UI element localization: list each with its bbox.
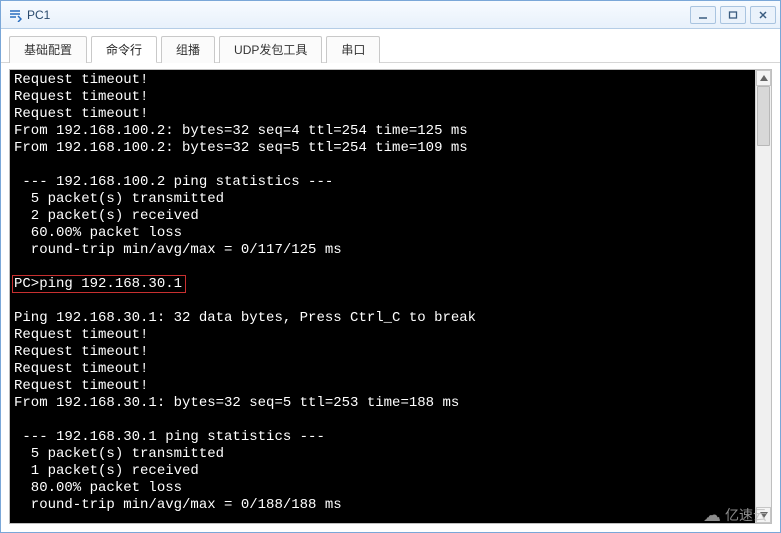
window-buttons <box>690 6 776 24</box>
command-highlight-box <box>12 275 186 293</box>
tab-udp-tool[interactable]: UDP发包工具 <box>219 36 322 63</box>
app-window: PC1 基础配置 命令行 组播 UDP发包工具 串口 Request timeo… <box>0 0 781 533</box>
terminal[interactable]: Request timeout! Request timeout! Reques… <box>10 70 755 523</box>
terminal-scrollbar[interactable] <box>755 70 771 523</box>
tab-basic-config[interactable]: 基础配置 <box>9 36 87 63</box>
scroll-down-button[interactable] <box>756 507 771 523</box>
maximize-button[interactable] <box>720 6 746 24</box>
scroll-up-button[interactable] <box>756 70 771 86</box>
titlebar: PC1 <box>1 1 780 29</box>
window-title: PC1 <box>27 8 690 22</box>
close-button[interactable] <box>750 6 776 24</box>
tabbar: 基础配置 命令行 组播 UDP发包工具 串口 <box>1 29 780 63</box>
app-icon <box>7 7 23 23</box>
terminal-container: Request timeout! Request timeout! Reques… <box>9 69 772 524</box>
tab-command-line[interactable]: 命令行 <box>91 36 157 63</box>
scroll-thumb[interactable] <box>757 86 770 146</box>
tab-serial[interactable]: 串口 <box>326 36 380 63</box>
minimize-button[interactable] <box>690 6 716 24</box>
tab-multicast[interactable]: 组播 <box>161 36 215 63</box>
